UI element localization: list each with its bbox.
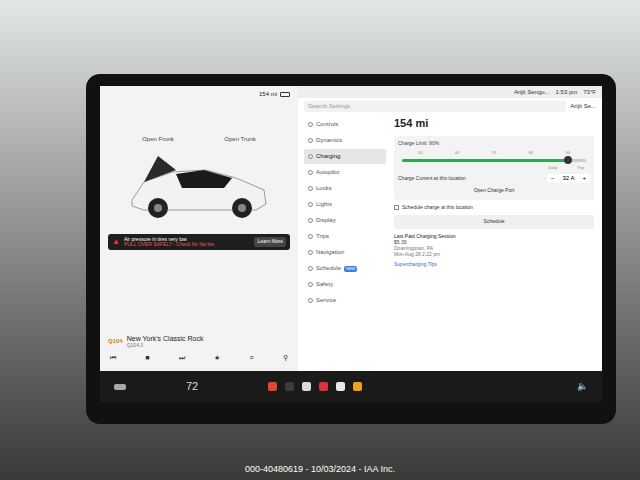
favorite-icon[interactable]: ★	[214, 353, 220, 364]
car-panel: 154 mi Open Frunk Open Trunk ▲Air pressure …	[100, 86, 298, 371]
previous-icon[interactable]: ⏮	[110, 353, 116, 364]
menu-item[interactable]: Controls	[304, 117, 386, 132]
car-button-icon[interactable]	[114, 384, 126, 390]
charging-range: 154 mi	[394, 115, 594, 132]
app-icon[interactable]	[353, 382, 362, 391]
menu-item-icon	[308, 186, 313, 191]
app-icon[interactable]	[319, 382, 328, 391]
menu-item[interactable]: Display	[304, 213, 386, 228]
screen-main: 154 mi Open Frunk Open Trunk ▲Air pressure …	[100, 86, 602, 371]
profile-button[interactable]: Arijit Se...	[570, 102, 596, 111]
settings-menu: ControlsDynamicsChargingAutopilotLocksLi…	[298, 115, 386, 371]
bottom-bar: 72 🔈	[100, 371, 602, 402]
next-icon[interactable]: ⏭	[179, 353, 185, 364]
current-stepper[interactable]: −32 A+	[547, 174, 590, 183]
schedule-checkbox[interactable]	[394, 205, 399, 210]
menu-item-icon	[308, 282, 313, 287]
menu-item-icon	[308, 170, 313, 175]
photo: 154 mi Open Frunk Open Trunk ▲Air pressure …	[0, 0, 640, 480]
menu-item-icon	[308, 234, 313, 239]
range-text: 154 mi	[259, 90, 277, 99]
station-logo: Q104	[108, 337, 123, 346]
settings-panel: Arijit Sengu...1:53 pm73°F Search Setting…	[298, 86, 602, 371]
charge-limit-slider[interactable]	[402, 159, 586, 162]
menu-item[interactable]: Service	[304, 293, 386, 308]
menu-item-icon	[308, 122, 313, 127]
menu-item[interactable]: Locks	[304, 181, 386, 196]
screen: 154 mi Open Frunk Open Trunk ▲Air pressure …	[86, 74, 616, 424]
menu-item-icon	[308, 138, 313, 143]
open-charge-port-button[interactable]: Open Charge Port	[468, 186, 521, 196]
menu-item[interactable]: Autopilot	[304, 165, 386, 180]
top-status-bar: Arijit Sengu...1:53 pm73°F	[298, 86, 602, 98]
watermark: 000-40480619 - 10/03/2024 - IAA Inc.	[0, 463, 640, 477]
warning-icon: ▲	[112, 236, 120, 248]
app-icon[interactable]	[336, 382, 345, 391]
app-icon[interactable]	[285, 382, 294, 391]
temperature[interactable]: 72	[186, 378, 198, 395]
menu-item[interactable]: ScheduleNEW	[304, 261, 386, 276]
app-icon[interactable]	[302, 382, 311, 391]
media-player: Q104New York's Classic RockQ104.3⏮■⏭★≡⚲	[108, 335, 290, 367]
menu-item[interactable]: Safety	[304, 277, 386, 292]
car-icon	[124, 148, 274, 228]
schedule-button[interactable]: Schedule	[394, 215, 594, 229]
battery-icon	[280, 92, 290, 97]
new-badge: NEW	[344, 266, 357, 272]
menu-item[interactable]: Lights	[304, 197, 386, 212]
menu-item[interactable]: Navigation	[304, 245, 386, 260]
charging-content: 154 miCharge Limit: 90%5060708090DailyTr…	[386, 115, 602, 371]
menu-item-icon	[308, 250, 313, 255]
menu-item-icon	[308, 202, 313, 207]
volume-icon[interactable]: 🔈	[577, 380, 588, 394]
stop-icon[interactable]: ■	[145, 353, 149, 364]
open-trunk-button[interactable]: Open Trunk	[224, 135, 256, 144]
menu-item-icon	[308, 218, 313, 223]
learn-more-button[interactable]: Learn More	[254, 237, 286, 247]
menu-item-icon	[308, 266, 313, 271]
menu-item[interactable]: Dynamics	[304, 133, 386, 148]
app-icon[interactable]	[268, 382, 277, 391]
menu-item[interactable]: Charging	[304, 149, 386, 164]
menu-item[interactable]: Trips	[304, 229, 386, 244]
search-field[interactable]: Search Settings	[304, 101, 566, 112]
tire-alert: ▲Air pressure in tires very lowPULL OVER…	[108, 234, 290, 250]
equalizer-icon[interactable]: ≡	[250, 353, 254, 364]
search-icon[interactable]: ⚲	[283, 353, 288, 364]
open-frunk-button[interactable]: Open Frunk	[142, 135, 174, 144]
menu-item-icon	[308, 298, 313, 303]
menu-item-icon	[308, 154, 313, 159]
supercharging-tips-link[interactable]: Supercharging Tips	[394, 261, 594, 269]
